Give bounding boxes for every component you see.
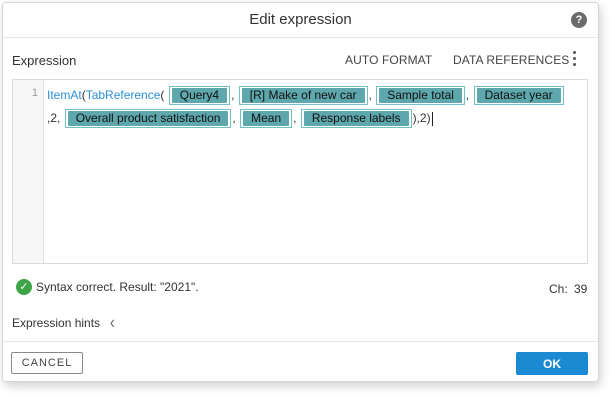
status-message: Syntax correct. Result: "2021". bbox=[36, 280, 199, 294]
reference-chip: Response labels bbox=[303, 111, 409, 127]
reference-chip: Mean bbox=[243, 111, 290, 127]
help-icon[interactable]: ? bbox=[571, 12, 587, 28]
more-options-icon[interactable] bbox=[569, 51, 579, 71]
reference-token[interactable]: Sample total bbox=[376, 86, 465, 106]
reference-token[interactable]: Query4 bbox=[168, 86, 231, 106]
reference-token[interactable]: [R] Make of new car bbox=[238, 86, 368, 106]
edit-expression-dialog: Edit expression ? Expression AUTO FORMAT… bbox=[2, 2, 599, 382]
reference-chip: Query4 bbox=[171, 88, 228, 104]
check-circle-icon: ✓ bbox=[16, 279, 32, 295]
dialog-titlebar: Edit expression ? bbox=[3, 3, 598, 38]
function-itemat: ItemAt bbox=[47, 88, 82, 102]
expression-hints-label: Expression hints bbox=[12, 316, 101, 330]
separator: , bbox=[232, 111, 236, 125]
line-number: 1 bbox=[31, 87, 38, 99]
reference-chip: Overall product satisfaction bbox=[67, 111, 229, 127]
expression-label: Expression bbox=[12, 53, 77, 68]
open-paren: ( bbox=[160, 88, 165, 102]
dialog-title: Edit expression bbox=[249, 11, 352, 28]
reference-token[interactable]: Overall product satisfaction bbox=[64, 109, 232, 129]
literal-argument: ,2, bbox=[47, 111, 61, 125]
auto-format-button[interactable]: AUTO FORMAT bbox=[345, 53, 432, 67]
reference-chip: Dataset year bbox=[476, 88, 561, 104]
separator: , bbox=[231, 88, 235, 102]
reference-token[interactable]: Response labels bbox=[300, 109, 412, 129]
function-tabreference: TabReference bbox=[85, 88, 161, 102]
closing-tail: ),2) bbox=[412, 111, 431, 125]
reference-chip: Sample total bbox=[379, 88, 462, 104]
dialog-footer: CANCEL OK bbox=[3, 341, 598, 381]
line-gutter: 1 bbox=[13, 80, 44, 263]
char-count-label: Ch: bbox=[549, 282, 568, 296]
expression-code[interactable]: ItemAt(TabReference( Query4, [R] Make of… bbox=[47, 84, 579, 130]
separator: , bbox=[465, 88, 470, 102]
expression-header: Expression AUTO FORMAT DATA REFERENCES bbox=[3, 37, 598, 83]
expression-hints-toggle[interactable]: Expression hints ‹ bbox=[12, 311, 115, 333]
chevron-left-icon: ‹ bbox=[110, 311, 115, 333]
cancel-button[interactable]: CANCEL bbox=[11, 352, 83, 374]
syntax-status: ✓ Syntax correct. Result: "2021". bbox=[16, 279, 199, 295]
char-count-value: 39 bbox=[574, 282, 588, 296]
expression-editor[interactable]: 1 ItemAt(TabReference( Query4, [R] Make … bbox=[12, 79, 588, 264]
reference-chip: [R] Make of new car bbox=[241, 88, 365, 104]
separator: , bbox=[293, 111, 297, 125]
reference-token[interactable]: Mean bbox=[240, 109, 293, 129]
data-references-button[interactable]: DATA REFERENCES bbox=[453, 53, 569, 67]
ok-button[interactable]: OK bbox=[516, 352, 588, 375]
text-cursor bbox=[431, 111, 433, 126]
separator: , bbox=[368, 88, 372, 102]
reference-token[interactable]: Dataset year bbox=[473, 86, 564, 106]
